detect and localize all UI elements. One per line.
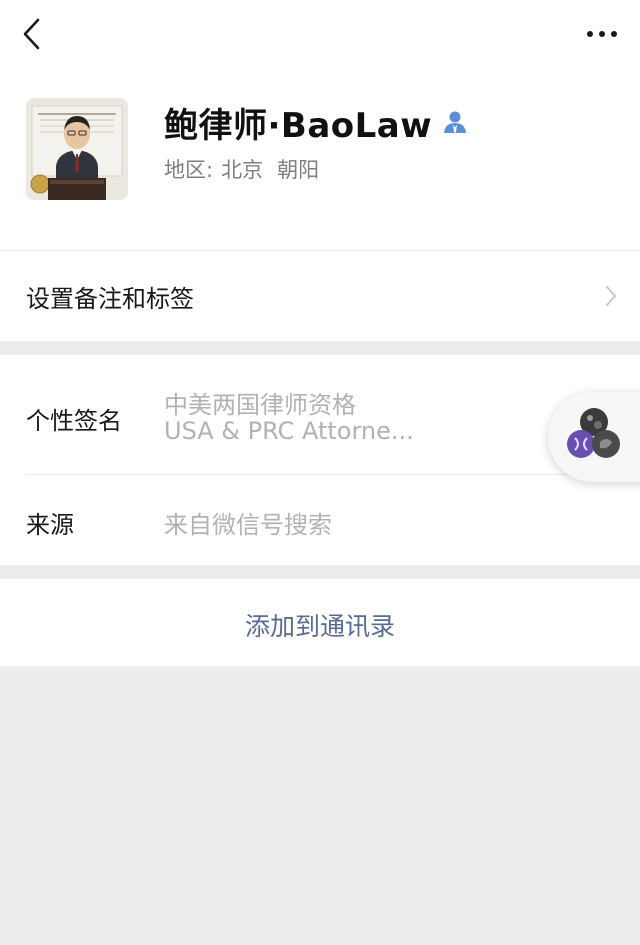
- source-label: 来源: [26, 511, 74, 539]
- contact-profile-page: 鲍律师·BaoLaw 地区: 北京 朝阳 设置备注和标签 个性签名 中美两国律师资格…: [0, 0, 640, 945]
- source-row: 来源 来自微信号搜索: [0, 475, 640, 565]
- chevron-right-icon: [606, 286, 616, 306]
- profile-header: 鲍律师·BaoLaw 地区: 北京 朝阳: [0, 0, 640, 250]
- signature-text-line2: USA & PRC Attorne...: [164, 417, 414, 445]
- back-button[interactable]: [18, 14, 48, 54]
- display-name-row: 鲍律师·BaoLaw: [164, 100, 468, 146]
- more-dots-icon: [587, 31, 617, 37]
- avatar[interactable]: [26, 98, 128, 200]
- region-info: 地区: 北京 朝阳: [164, 154, 319, 184]
- source-value: 来自微信号搜索: [164, 511, 332, 539]
- more-button[interactable]: [584, 22, 620, 46]
- add-to-contacts-button[interactable]: 添加到通讯录: [0, 579, 640, 666]
- remark-label: 设置备注和标签: [26, 285, 194, 313]
- chevron-left-icon: [23, 18, 40, 50]
- set-remark-and-tags-row[interactable]: 设置备注和标签: [0, 251, 640, 341]
- add-to-contacts-label: 添加到通讯录: [244, 612, 395, 641]
- info-section: 个性签名 中美两国律师资格 USA & PRC Attorne... 来源 来自…: [0, 355, 640, 565]
- region-city: 北京: [221, 158, 264, 182]
- signature-label: 个性签名: [26, 407, 122, 435]
- floating-window-bubble[interactable]: [548, 392, 640, 482]
- region-district: 朝阳: [277, 158, 320, 182]
- floating-window-icons: [567, 408, 620, 458]
- user-verified-icon: [444, 111, 467, 133]
- display-name: 鲍律师·BaoLaw: [164, 105, 433, 146]
- region-label: 地区:: [164, 158, 214, 182]
- signature-row: 个性签名 中美两国律师资格 USA & PRC Attorne...: [0, 355, 640, 475]
- signature-text-line1: 中美两国律师资格: [164, 391, 356, 419]
